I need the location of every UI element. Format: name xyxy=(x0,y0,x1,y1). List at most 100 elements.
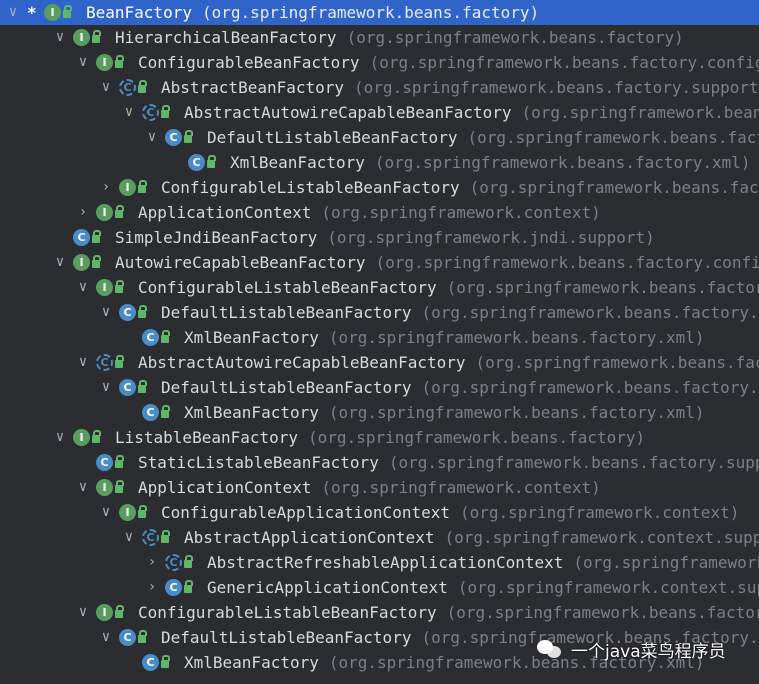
chevron-right-icon[interactable]: › xyxy=(76,200,90,225)
public-access-icon xyxy=(63,5,72,18)
public-access-icon xyxy=(138,180,147,193)
tree-row[interactable]: C SimpleJndiBeanFactory (org.springframewo… xyxy=(0,225,759,250)
tree-row[interactable]: › C AbstractRefreshableApplicationContext (… xyxy=(0,550,759,575)
package-name: (org.springframework.beans.factory.suppo… xyxy=(521,103,759,122)
public-access-icon xyxy=(115,480,124,493)
package-name: (org.springframework.beans.factory.confi… xyxy=(469,178,759,197)
public-access-icon xyxy=(161,655,170,668)
tree-row[interactable]: ∨ * I BeanFactory (org.springframework.beans… xyxy=(0,0,759,25)
class-icon: C xyxy=(142,404,159,421)
tree-row-label: GenericApplicationContext (org.springfram… xyxy=(207,575,759,600)
tree-row[interactable]: ∨ C DefaultListableBeanFactory (org.springf… xyxy=(0,125,759,150)
public-access-icon xyxy=(115,280,124,293)
class-name: ConfigurableListableBeanFactory xyxy=(138,603,437,622)
chevron-down-icon[interactable]: ∨ xyxy=(122,100,136,125)
chevron-down-icon[interactable]: ∨ xyxy=(76,50,90,75)
tree-row[interactable]: ∨ C DefaultListableBeanFactory (org.springf… xyxy=(0,375,759,400)
tree-row[interactable]: ∨ I AutowireCapableBeanFactory (org.springf… xyxy=(0,250,759,275)
tree-row-label: ConfigurableBeanFactory (org.springframew… xyxy=(138,50,759,75)
tree-row-label: DefaultListableBeanFactory (org.springfra… xyxy=(161,375,759,400)
chevron-down-icon[interactable]: ∨ xyxy=(53,250,67,275)
public-access-icon xyxy=(161,105,170,118)
tree-row[interactable]: ∨ C AbstractAutowireCapableBeanFactory (org… xyxy=(0,350,759,375)
class-name: XmlBeanFactory xyxy=(184,403,319,422)
watermark: 一个java菜鸟程序员 xyxy=(537,636,726,662)
chevron-down-icon[interactable]: ∨ xyxy=(53,25,67,50)
chevron-down-icon[interactable]: ∨ xyxy=(99,500,113,525)
chevron-down-icon[interactable]: ∨ xyxy=(99,75,113,100)
chevron-down-icon[interactable]: ∨ xyxy=(76,350,90,375)
class-icon: C xyxy=(165,129,182,146)
public-access-icon xyxy=(184,580,193,593)
chevron-right-icon[interactable]: › xyxy=(145,575,159,600)
class-name: AbstractRefreshableApplicationContext xyxy=(207,553,564,572)
tree-row[interactable]: ∨ I HierarchicalBeanFactory (org.springfram… xyxy=(0,25,759,50)
chevron-down-icon[interactable]: ∨ xyxy=(99,300,113,325)
class-name: AbstractApplicationContext xyxy=(184,528,435,547)
package-name: (org.springframework.beans.factory) xyxy=(201,3,540,22)
public-access-icon xyxy=(92,430,101,443)
chevron-right-icon[interactable]: › xyxy=(99,175,113,200)
chevron-down-icon[interactable]: ∨ xyxy=(76,475,90,500)
chevron-down-icon[interactable]: ∨ xyxy=(53,425,67,450)
package-name: (org.springframework.beans.factory.suppo… xyxy=(467,128,759,147)
tree-row[interactable]: ∨ C AbstractApplicationContext (org.springf… xyxy=(0,525,759,550)
tree-row-label: AbstractBeanFactory (org.springframework.… xyxy=(161,75,759,100)
package-name: (org.springframework.beans.factory.confi… xyxy=(446,278,759,297)
abstract-class-icon: C xyxy=(96,354,113,371)
class-name: ConfigurableApplicationContext xyxy=(161,503,450,522)
tree-row[interactable]: › I ApplicationContext (org.springframework… xyxy=(0,200,759,225)
tree-row[interactable]: C XmlBeanFactory (org.springframework.bean… xyxy=(0,325,759,350)
class-icon: C xyxy=(96,454,113,471)
tree-row-label: ListableBeanFactory (org.springframework.… xyxy=(115,425,645,450)
abstract-class-icon: C xyxy=(142,529,159,546)
interface-icon: I xyxy=(119,504,136,521)
interface-icon: I xyxy=(96,54,113,71)
chevron-down-icon[interactable]: ∨ xyxy=(99,375,113,400)
chevron-down-icon[interactable]: ∨ xyxy=(76,275,90,300)
chevron-down-icon[interactable]: ∨ xyxy=(76,600,90,625)
public-access-icon xyxy=(115,355,124,368)
chevron-down-icon[interactable]: ∨ xyxy=(145,125,159,150)
tree-row[interactable]: ∨ C AbstractBeanFactory (org.springframewor… xyxy=(0,75,759,100)
interface-icon: I xyxy=(96,279,113,296)
chevron-down-icon[interactable]: ∨ xyxy=(122,525,136,550)
tree-row[interactable]: ∨ I ConfigurableApplicationContext (org.spr… xyxy=(0,500,759,525)
tree-row[interactable]: ∨ I ListableBeanFactory (org.springframewor… xyxy=(0,425,759,450)
package-name: (org.springframework.beans.factory.suppo… xyxy=(421,303,759,322)
class-name: ApplicationContext xyxy=(138,478,312,497)
tree-row-label: ConfigurableApplicationContext (org.sprin… xyxy=(161,500,739,525)
tree-row[interactable]: › C GenericApplicationContext (org.springfr… xyxy=(0,575,759,600)
class-icon: C xyxy=(188,154,205,171)
tree-row[interactable]: C XmlBeanFactory (org.springframework.bean… xyxy=(0,400,759,425)
abstract-class-icon: C xyxy=(119,79,136,96)
tree-row[interactable]: ∨ I ConfigurableListableBeanFactory (org.sp… xyxy=(0,600,759,625)
type-hierarchy-tree[interactable]: ∨ * I BeanFactory (org.springframework.beans… xyxy=(0,0,759,675)
public-access-icon xyxy=(161,405,170,418)
interface-icon: I xyxy=(96,479,113,496)
class-name: SimpleJndiBeanFactory xyxy=(115,228,318,247)
tree-row[interactable]: ∨ I ConfigurableBeanFactory (org.springfram… xyxy=(0,50,759,75)
tree-row[interactable]: C StaticListableBeanFactory (org.springfra… xyxy=(0,450,759,475)
class-name: ListableBeanFactory xyxy=(115,428,299,447)
package-name: (org.springframework.beans.factory.confi… xyxy=(446,603,759,622)
chevron-right-icon[interactable]: › xyxy=(145,550,159,575)
chevron-down-icon[interactable]: ∨ xyxy=(99,625,113,650)
chevron-down-icon[interactable]: ∨ xyxy=(6,0,20,25)
package-name: (org.springframework.beans.factory.suppo… xyxy=(421,378,759,397)
tree-row[interactable]: › I ConfigurableListableBeanFactory (org.sp… xyxy=(0,175,759,200)
tree-row[interactable]: ∨ C DefaultListableBeanFactory (org.springf… xyxy=(0,300,759,325)
class-name: GenericApplicationContext xyxy=(207,578,448,597)
tree-row[interactable]: ∨ I ApplicationContext (org.springframework… xyxy=(0,475,759,500)
tree-row-label: XmlBeanFactory (org.springframework.beans… xyxy=(230,150,751,175)
package-name: (org.springframework.context) xyxy=(459,503,740,522)
tree-row-label: XmlBeanFactory (org.springframework.beans… xyxy=(184,400,705,425)
tree-row-label: AbstractApplicationContext (org.springfra… xyxy=(184,525,759,550)
tree-row[interactable]: ∨ I ConfigurableListableBeanFactory (org.sp… xyxy=(0,275,759,300)
public-access-icon xyxy=(138,380,147,393)
class-icon: C xyxy=(119,629,136,646)
tree-row[interactable]: C XmlBeanFactory (org.springframework.bean… xyxy=(0,150,759,175)
tree-row-label: DefaultListableBeanFactory (org.springfra… xyxy=(161,300,759,325)
package-name: (org.springframework.beans.factory.xml) xyxy=(328,328,705,347)
tree-row[interactable]: ∨ C AbstractAutowireCapableBeanFactory (org… xyxy=(0,100,759,125)
